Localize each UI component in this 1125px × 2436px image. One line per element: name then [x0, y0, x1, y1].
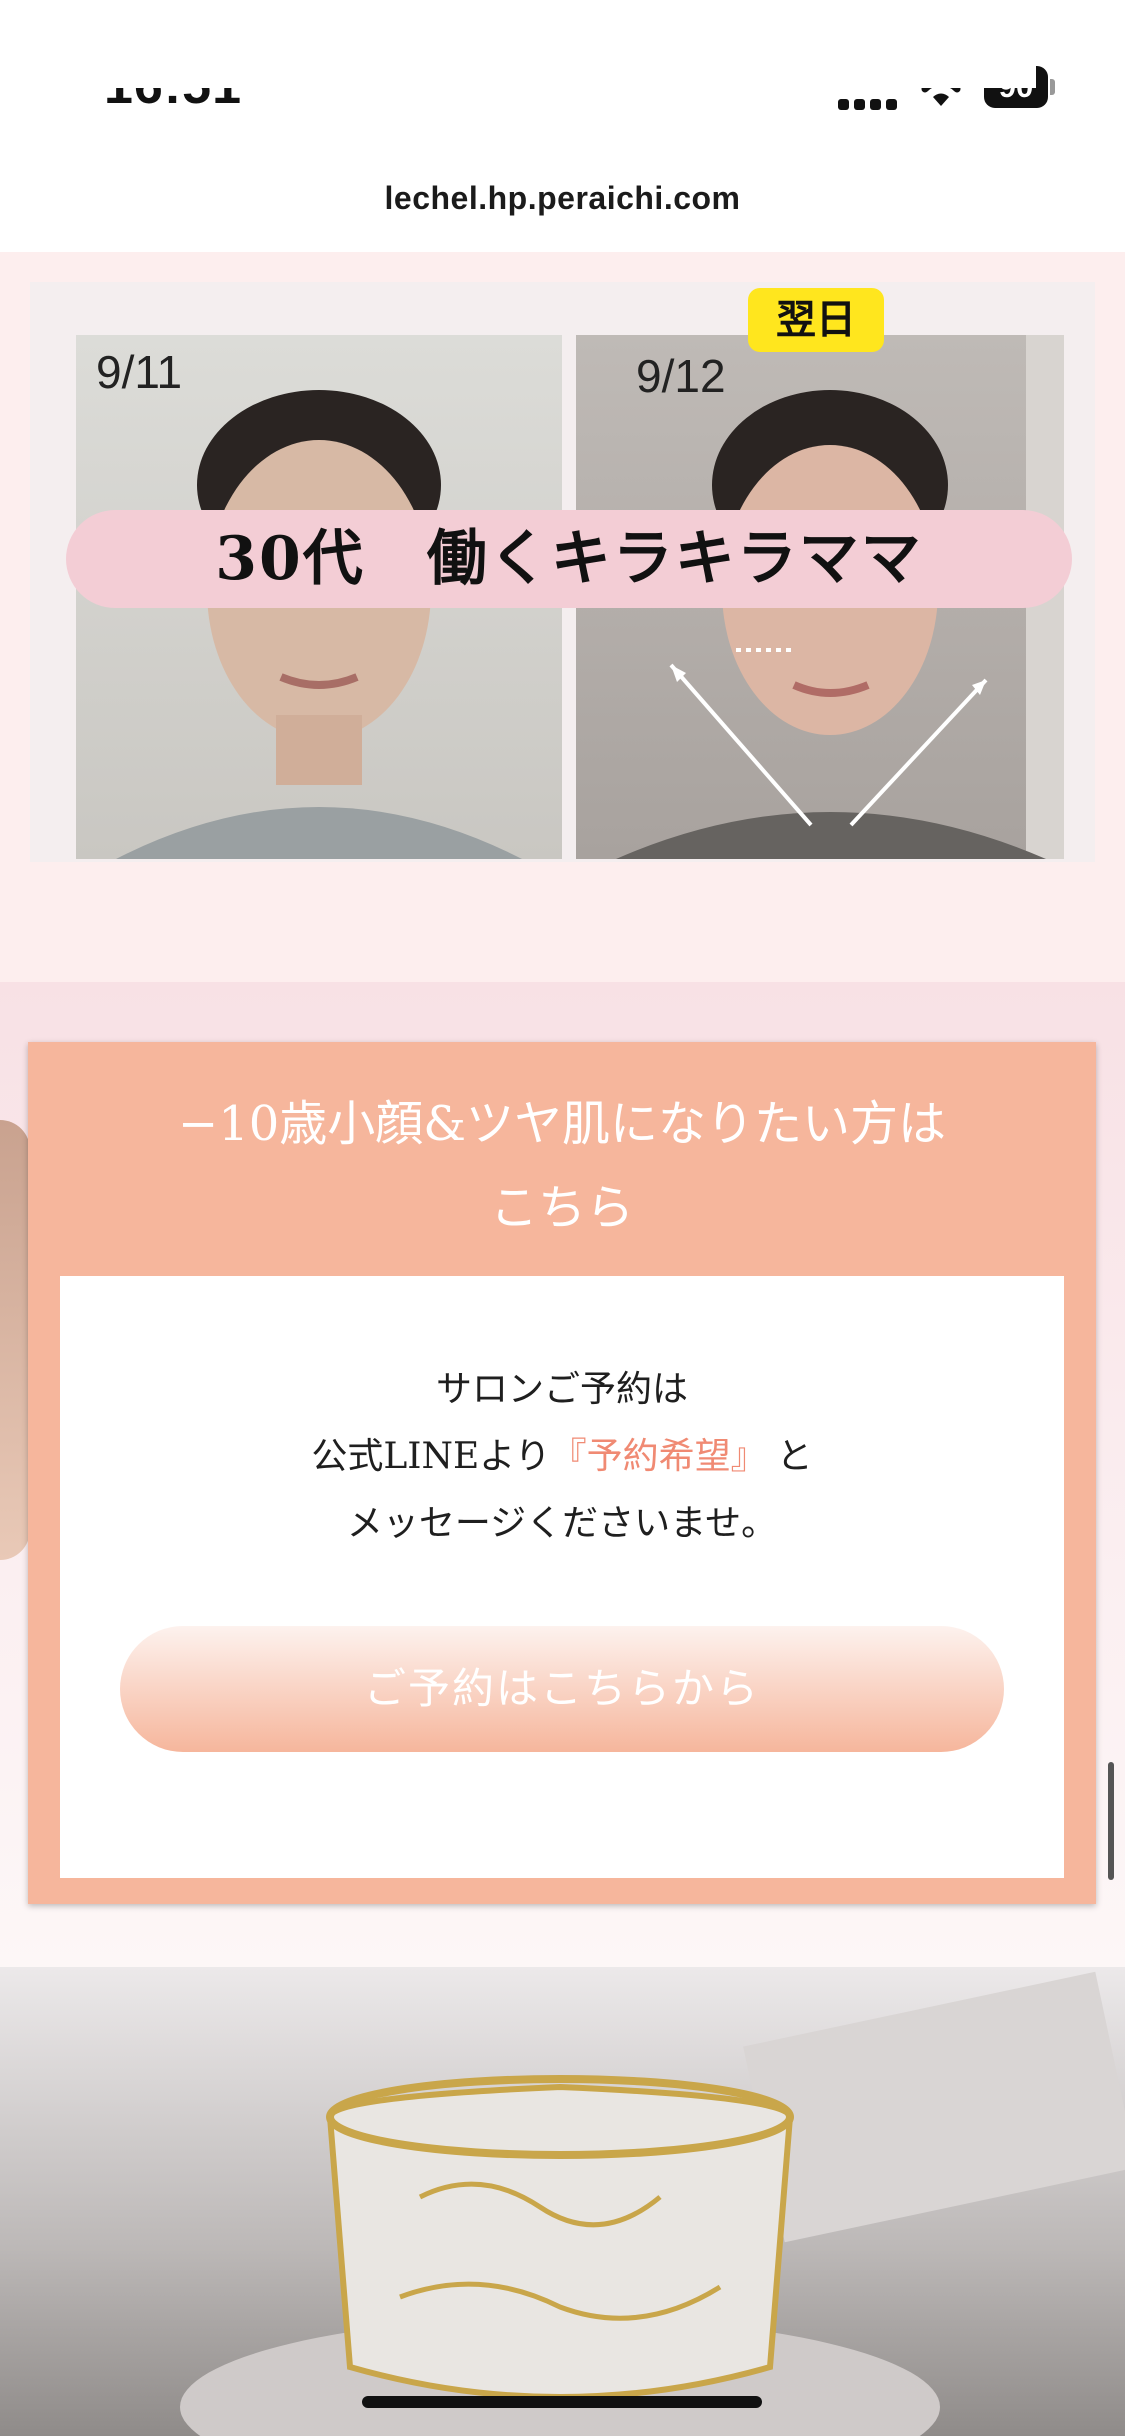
- next-day-badge: 翌日: [748, 288, 884, 352]
- message-highlight: 『予約希望』: [550, 1436, 767, 1477]
- card-title-line2: こちら: [489, 1180, 634, 1236]
- date-before: 9/11: [96, 346, 183, 398]
- date-after: 9/12: [636, 350, 726, 402]
- message-line1: サロンご予約は: [435, 1369, 688, 1410]
- url-bar[interactable]: lechel.hp.peraichi.com: [0, 150, 1125, 252]
- message-line3: メッセージくださいませ。: [346, 1503, 778, 1544]
- reservation-card: −10歳小顔&ツヤ肌になりたい方は こちら サロンご予約は 公式LINEより『予…: [28, 1042, 1096, 1904]
- card-body: サロンご予約は 公式LINEより『予約希望』と メッセージくださいませ。 ご予約…: [60, 1276, 1064, 1878]
- photo-top-strip: [88, 30, 1036, 88]
- card-title-line1: −10歳小顔&ツヤ肌になりたい方は: [177, 1096, 947, 1152]
- scrollbar[interactable]: [1108, 1762, 1114, 1880]
- home-indicator[interactable]: [362, 2396, 762, 2408]
- message-line2-suffix: と: [776, 1436, 813, 1477]
- side-model-photo: [0, 1120, 30, 1560]
- teacup-photo: [0, 1967, 1125, 2436]
- message-line2: 公式LINEより『予約希望』と: [60, 1423, 1064, 1490]
- headline-banner: 30代 働くキラキラママ: [66, 510, 1072, 608]
- teacup-illustration: [180, 1971, 1125, 2436]
- reservation-message: サロンご予約は 公式LINEより『予約希望』と メッセージくださいませ。: [60, 1356, 1064, 1557]
- message-line2-prefix: 公式LINEより: [311, 1436, 551, 1477]
- url-text[interactable]: lechel.hp.peraichi.com: [0, 180, 1125, 217]
- card-title: −10歳小顔&ツヤ肌になりたい方は こちら: [28, 1082, 1096, 1250]
- reserve-button[interactable]: ご予約はこちらから: [120, 1626, 1004, 1752]
